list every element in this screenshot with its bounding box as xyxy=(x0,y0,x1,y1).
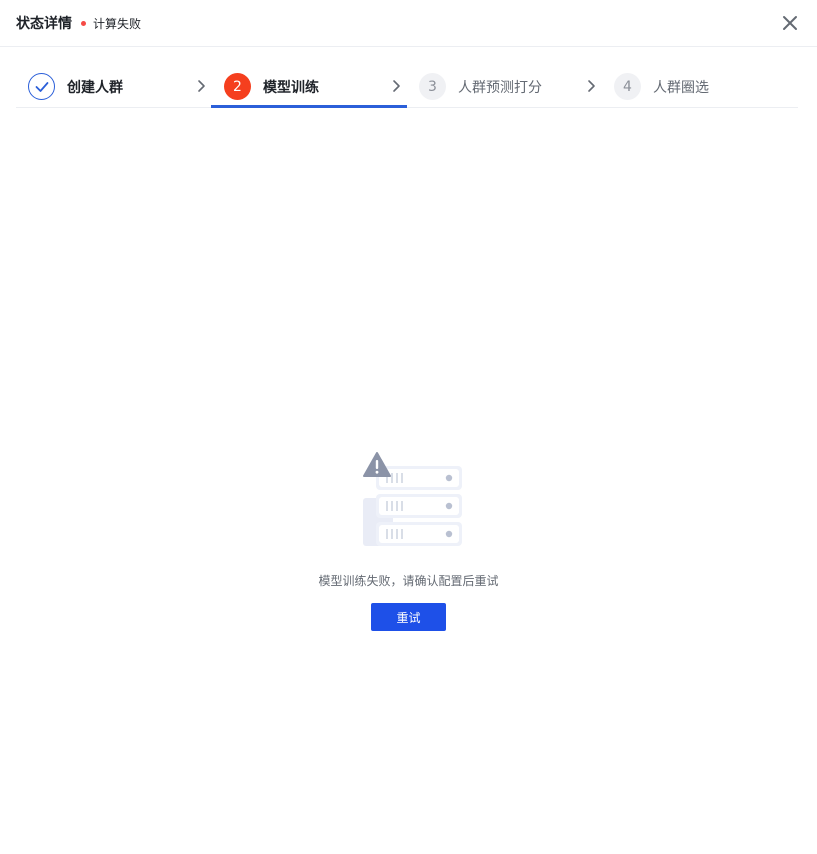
step-predict-score[interactable]: 3 人群预测打分 xyxy=(419,66,542,107)
close-icon xyxy=(783,16,797,30)
step-create-audience[interactable]: 创建人群 xyxy=(28,66,123,107)
retry-button[interactable]: 重试 xyxy=(371,603,446,631)
dialog-header: 状态详情 计算失败 xyxy=(0,0,817,47)
chevron-right-icon xyxy=(588,80,595,92)
status-text: 计算失败 xyxy=(93,16,142,31)
step-3-circle: 3 xyxy=(419,73,446,100)
step-model-training[interactable]: 2 模型训练 xyxy=(224,66,319,107)
empty-state: 模型训练失败，请确认配置后重试 重试 xyxy=(0,440,817,631)
empty-message: 模型训练失败，请确认配置后重试 xyxy=(318,574,499,588)
step-1-label: 创建人群 xyxy=(67,79,123,96)
chevron-right-icon xyxy=(393,80,400,92)
step-2-circle: 2 xyxy=(224,73,251,100)
server-warning-illustration xyxy=(362,452,462,546)
active-step-underline xyxy=(211,105,407,108)
dialog-title: 状态详情 xyxy=(16,16,72,32)
status-dot-icon xyxy=(81,20,86,26)
check-icon xyxy=(35,81,48,92)
step-audience-select[interactable]: 4 人群圈选 xyxy=(614,66,709,107)
close-button[interactable] xyxy=(781,14,799,32)
steps-bar: 创建人群 2 模型训练 3 人群预测打分 4 人群圈选 xyxy=(16,66,798,108)
step-1-circle xyxy=(28,73,55,100)
step-4-circle: 4 xyxy=(614,73,641,100)
chevron-right-icon xyxy=(198,80,205,92)
step-2-label: 模型训练 xyxy=(263,79,319,96)
step-4-label: 人群圈选 xyxy=(653,79,709,96)
step-3-label: 人群预测打分 xyxy=(458,79,542,96)
